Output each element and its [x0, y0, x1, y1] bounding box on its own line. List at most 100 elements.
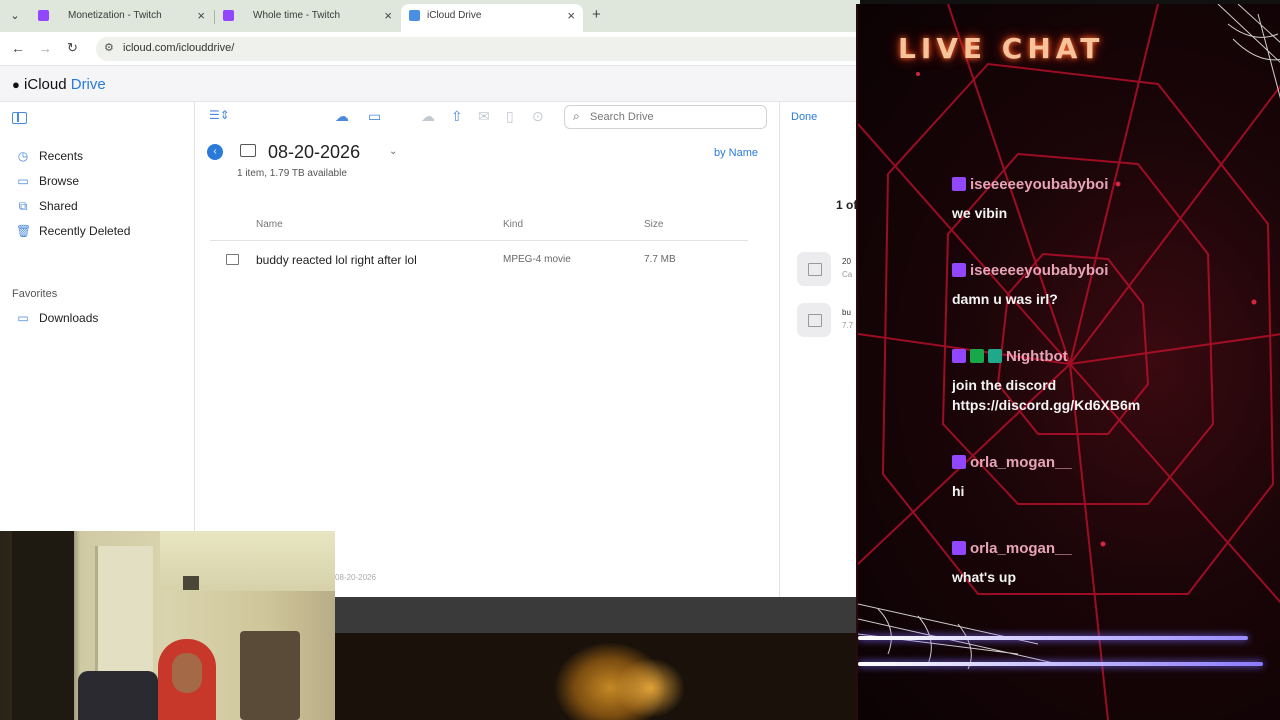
back-arrow-icon[interactable]: ← [11, 40, 25, 56]
spiderweb-decoration [858, 4, 1280, 720]
icloud-drive-logo[interactable]: ● iCloud Drive [12, 76, 106, 93]
url-text: icloud.com/iclouddrive/ [123, 42, 235, 54]
folder-icon: ▭ [17, 311, 29, 325]
bot-badge-icon [988, 349, 1002, 363]
chat-message: what's up [952, 569, 1016, 585]
live-chat-title: LIVE CHAT [898, 32, 1105, 65]
twitch-icon [223, 10, 234, 21]
brand-drive: Drive [70, 76, 106, 93]
tab-label: iCloud Drive [427, 10, 482, 21]
back-button[interactable]: ‹ [207, 144, 223, 160]
video-file-icon [226, 254, 239, 265]
sort-button[interactable]: by Name [714, 147, 758, 159]
column-header-size[interactable]: Size [644, 219, 663, 230]
download-icon[interactable]: ☁ [421, 108, 435, 125]
sidebar-item-recently-deleted[interactable]: 🗑 Recently Deleted [16, 224, 130, 238]
search-input[interactable]: ⌕ Search Drive [564, 105, 767, 129]
close-tab-icon[interactable]: × [384, 4, 392, 28]
chat-username: iseeeeeyoubabyboi [952, 176, 1108, 193]
chat-message: damn u was irl? [952, 291, 1058, 307]
tab-whole-time[interactable]: Whole time - Twitch × [215, 4, 400, 32]
detail-line: 7.7 [842, 321, 854, 330]
file-browser: ☰⇕ ☁ ▭ ☁ ⇧ ✉ ▯ ⊙ ⌕ Search Drive ‹ 08-20-… [195, 102, 780, 597]
sidebar-item-downloads[interactable]: ▭ Downloads [16, 311, 98, 325]
sidebar-item-label: Recents [39, 149, 84, 163]
chevron-down-icon[interactable]: ⌄ [389, 146, 397, 157]
folder-icon [240, 144, 256, 157]
webcam-door [12, 531, 74, 720]
twitch-badge-icon [952, 541, 966, 555]
file-size: 7.7 MB [644, 254, 676, 265]
apple-logo-icon: ● [12, 77, 20, 92]
tab-label: Whole time - Twitch [253, 10, 341, 21]
search-icon: ⌕ [573, 109, 580, 123]
new-folder-icon[interactable]: ▭ [368, 108, 381, 125]
detail-line: Ca [842, 270, 853, 279]
delete-icon[interactable]: ▯ [506, 108, 514, 125]
sidebar-item-recents[interactable]: ◷ Recents [16, 149, 83, 163]
chat-username: iseeeeeyoubabyboi [952, 262, 1108, 279]
icloud-header: ● iCloud Drive [0, 66, 860, 102]
close-tab-icon[interactable]: × [197, 4, 205, 28]
sidebar-item-label: Downloads [39, 311, 99, 325]
taskbar-strip [335, 597, 860, 633]
webcam-face [172, 653, 202, 693]
screen: ⌄ Monetization - Twitch × Whole time - T… [0, 0, 1280, 720]
file-thumbnail[interactable] [797, 252, 831, 286]
icloud-icon [409, 10, 420, 21]
file-thumbnail[interactable] [797, 303, 831, 337]
done-button[interactable]: Done [791, 111, 817, 123]
clock-icon: ◷ [17, 149, 29, 163]
detail-panel: Done 1 of 20 Ca bu 7.7 [780, 102, 860, 597]
verified-badge-icon [970, 349, 984, 363]
sidebar-item-label: Recently Deleted [39, 224, 131, 238]
view-options-icon[interactable]: ☰⇕ [209, 108, 230, 122]
share-icon[interactable]: ⇧ [451, 108, 463, 125]
chat-message: join the discord [952, 377, 1057, 393]
sidebar-item-browse[interactable]: ▭ Browse [16, 174, 79, 188]
mail-icon[interactable]: ✉ [478, 108, 490, 125]
tab-monetization[interactable]: Monetization - Twitch × [30, 4, 213, 32]
chat-username-text: orla_mogan__ [970, 540, 1072, 557]
reload-icon[interactable]: ↻ [67, 40, 78, 56]
twitch-icon [38, 10, 49, 21]
tab-icloud-drive[interactable]: iCloud Drive × [401, 4, 583, 32]
favorites-heading: Favorites [12, 288, 58, 300]
webcam-furniture [240, 631, 300, 720]
webcam-speaker [183, 576, 199, 590]
url-field[interactable]: ⚙ icloud.com/iclouddrive/ [96, 37, 860, 61]
upload-icon[interactable]: ☁ [335, 108, 349, 125]
icloud-drive-app: ● iCloud Drive ◷ Recents ▭ Browse ⧉ Shared … [0, 66, 860, 597]
shared-folder-icon: ⧉ [18, 199, 28, 213]
tab-search-chevron-icon[interactable]: ⌄ [6, 7, 24, 25]
twitch-badge-icon [952, 349, 966, 363]
column-header-kind[interactable]: Kind [503, 219, 523, 230]
chat-username-text: iseeeeeyoubabyboi [970, 262, 1109, 279]
twitch-badge-icon [952, 455, 966, 469]
sidebar: ◷ Recents ▭ Browse ⧉ Shared 🗑 Recently Delet… [0, 102, 195, 597]
more-icon[interactable]: ⊙ [532, 108, 544, 125]
live-chat-overlay: LIVE CHAT iseeeeeyoubabyboi we vibin ise… [856, 4, 1280, 720]
tab-label: Monetization - Twitch [68, 10, 162, 21]
sidebar-item-label: Browse [39, 174, 80, 188]
trash-icon: 🗑 [16, 224, 32, 238]
close-tab-icon[interactable]: × [567, 4, 575, 28]
chat-username-text: iseeeeeyoubabyboi [970, 176, 1109, 193]
detail-line: bu [842, 308, 851, 317]
detail-line: 20 [842, 257, 851, 266]
forward-arrow-icon[interactable]: → [38, 40, 52, 56]
folder-storage-info: 1 item, 1.79 TB available [237, 168, 347, 179]
new-tab-button[interactable]: + [592, 6, 601, 23]
folder-title[interactable]: 08-20-2026 [268, 142, 360, 163]
game-capture [335, 633, 860, 720]
column-header-name[interactable]: Name [256, 219, 283, 230]
sidebar-toggle-icon[interactable] [12, 112, 27, 124]
footer-path: 08-20-2026 [335, 573, 376, 582]
chat-username-text: orla_mogan__ [970, 454, 1072, 471]
webcam-feed [0, 531, 335, 720]
header-divider [210, 240, 748, 241]
sidebar-item-shared[interactable]: ⧉ Shared [16, 199, 78, 214]
chat-username: orla_mogan__ [952, 454, 1072, 471]
site-info-icon[interactable]: ⚙ [104, 41, 114, 54]
search-placeholder: Search Drive [590, 111, 654, 123]
